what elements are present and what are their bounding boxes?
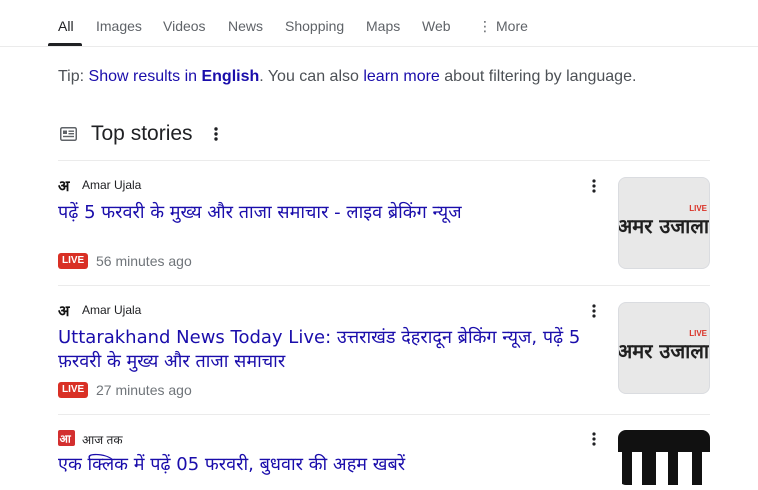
show-results-english-link[interactable]: Show results in English <box>89 68 260 85</box>
thumb-logo-text: अमर उजाला <box>618 339 710 363</box>
tip-suffix: about filtering by language. <box>439 68 637 85</box>
thumbnail-graphic <box>618 430 710 485</box>
news-story-2: अ Amar Ujala Uttarakhand News Today Live… <box>58 302 710 402</box>
learn-more-link[interactable]: learn more <box>363 68 439 85</box>
svg-text:आ: आ <box>60 433 72 446</box>
top-stories-header: Top stories <box>58 120 718 150</box>
story-time: 56 minutes ago <box>96 253 192 269</box>
story-options-icon[interactable] <box>589 178 599 194</box>
source-name: आज तक <box>82 433 123 447</box>
aaj-tak-logo-icon: आ <box>58 430 75 446</box>
amar-ujala-logo-icon: अ <box>58 302 70 318</box>
section-title: Top stories <box>91 122 193 145</box>
thumb-live-label: LIVE <box>689 204 707 213</box>
thumb-live-label: LIVE <box>689 329 707 338</box>
more-options-icon[interactable] <box>211 125 221 143</box>
news-story-3: आ आज तक एक क्लिक में पढ़ें 05 फरवरी, बुध… <box>58 430 710 490</box>
svg-text:अ: अ <box>58 302 70 318</box>
tab-more-label: More <box>496 18 528 34</box>
tip-prefix: Tip: <box>58 68 89 85</box>
tab-more[interactable]: ⋮ More <box>478 18 528 35</box>
divider <box>58 414 710 415</box>
thumb-logo-text: अमर उजाला <box>618 214 710 238</box>
tab-shopping[interactable]: Shopping <box>285 18 344 34</box>
search-tabs-bar: All Images Videos News Shopping Maps Web… <box>0 0 758 47</box>
tab-maps[interactable]: Maps <box>366 18 400 34</box>
story-thumbnail[interactable]: अमर उजाला LIVE <box>618 302 710 394</box>
source-name: Amar Ujala <box>82 303 142 317</box>
source-name: Amar Ujala <box>82 178 142 192</box>
story-thumbnail[interactable] <box>618 430 710 485</box>
active-tab-indicator <box>48 43 82 46</box>
tab-web[interactable]: Web <box>422 18 451 34</box>
news-story-1: अ Amar Ujala पढ़ें 5 फरवरी के मुख्य और त… <box>58 177 710 277</box>
story-thumbnail[interactable]: अमर उजाला LIVE <box>618 177 710 269</box>
newspaper-icon <box>60 127 77 141</box>
divider <box>58 160 710 161</box>
live-badge: LIVE <box>58 382 89 398</box>
story-title-link[interactable]: Uttarakhand News Today Live: उत्तराखंड द… <box>58 326 588 374</box>
tab-videos[interactable]: Videos <box>163 18 206 34</box>
tab-all[interactable]: All <box>58 18 74 34</box>
more-vert-icon: ⋮ <box>478 18 492 34</box>
tip-middle: . You can also <box>259 68 364 85</box>
tab-images[interactable]: Images <box>96 18 142 34</box>
live-badge: LIVE <box>58 253 89 269</box>
story-options-icon[interactable] <box>589 303 599 319</box>
story-options-icon[interactable] <box>589 431 599 447</box>
story-title-link[interactable]: एक क्लिक में पढ़ें 05 फरवरी, बुधवार की अ… <box>58 453 588 477</box>
amar-ujala-logo-icon: अ <box>58 177 70 193</box>
story-time: 27 minutes ago <box>96 382 192 398</box>
tab-news[interactable]: News <box>228 18 263 34</box>
divider <box>58 285 710 286</box>
language-tip: Tip: Show results in English. You can al… <box>58 68 636 86</box>
story-title-link[interactable]: पढ़ें 5 फरवरी के मुख्य और ताजा समाचार - … <box>58 201 588 225</box>
svg-text:अ: अ <box>58 177 70 193</box>
